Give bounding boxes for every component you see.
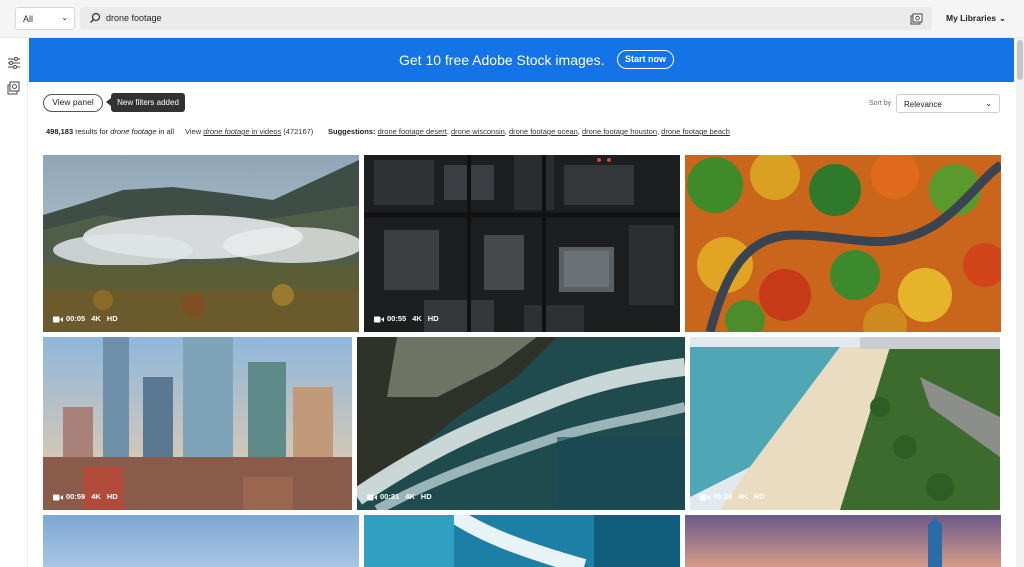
view-in-videos-link[interactable]: drone footage in videos (203, 127, 281, 136)
my-libraries-button[interactable]: My Libraries ⌄ (946, 13, 1006, 23)
visual-search-icon[interactable] (910, 12, 923, 25)
suggestion-link[interactable]: drone wisconsin (451, 127, 505, 136)
video-duration: 00:05 (66, 314, 86, 323)
video-quality: 4K (412, 314, 422, 323)
view-panel-button[interactable]: View panel (43, 94, 103, 112)
suggestions: Suggestions: drone footage desert, drone… (328, 127, 730, 136)
chevron-down-icon: ⌄ (985, 99, 992, 108)
visual-search-icon[interactable] (6, 80, 22, 96)
video-definition: HD (753, 492, 765, 501)
video-definition: HD (427, 314, 439, 323)
results-query: drone footage (110, 127, 157, 136)
scope-value: All (23, 14, 34, 24)
video-duration: 00:29 (713, 492, 733, 501)
suggestion-link[interactable]: drone footage beach (661, 127, 730, 136)
video-duration: 00:59 (66, 492, 86, 501)
view-in-videos: View drone footage in videos (472167) (185, 127, 313, 136)
video-definition: HD (106, 492, 118, 501)
video-quality: 4K (91, 314, 101, 323)
video-quality: 4K (405, 492, 415, 501)
results-mid: results for (73, 127, 111, 136)
suggestion-link[interactable]: drone footage houston (582, 127, 657, 136)
video-badge: 00:31 4K HD (363, 492, 432, 506)
video-thumbnail[interactable]: 00:31 4K HD (357, 337, 685, 510)
chevron-down-icon: ⌄ (61, 13, 68, 22)
video-badge: 00:05 4K HD (49, 314, 118, 328)
my-libraries-label: My Libraries (946, 13, 997, 23)
video-definition: HD (420, 492, 432, 501)
view-link-text: in videos (249, 127, 282, 136)
autumn-road-thumbnail (685, 155, 1001, 332)
promo-banner: Get 10 free Adobe Stock images. Start no… (29, 38, 1014, 82)
video-quality: 4K (91, 492, 101, 501)
video-quality: 4K (738, 492, 748, 501)
skyscrapers-thumbnail (43, 337, 352, 510)
video-thumbnail[interactable] (364, 515, 680, 567)
video-camera-icon (700, 494, 710, 501)
top-bar: All ⌄ drone footage My Libraries ⌄ (0, 0, 1024, 38)
scrollbar[interactable] (1016, 38, 1024, 567)
start-now-button[interactable]: Start now (617, 50, 674, 69)
view-count: (472167) (281, 127, 314, 136)
filters-icon[interactable] (6, 55, 22, 71)
video-duration: 00:31 (380, 492, 400, 501)
suggestion-link[interactable]: drone footage ocean (509, 127, 578, 136)
video-thumbnail[interactable]: 00:29 4K HD (690, 337, 1000, 510)
misty-mountains-thumbnail (43, 155, 359, 332)
view-query: drone footage (203, 127, 250, 136)
search-icon (90, 12, 101, 23)
video-camera-icon (374, 316, 384, 323)
beach-thumbnail (690, 337, 1000, 510)
video-thumbnail[interactable]: 00:55 4K HD (364, 155, 680, 332)
new-filters-tooltip: New filters added (106, 93, 185, 112)
scrollbar-thumb[interactable] (1017, 40, 1023, 80)
ocean-waves-thumbnail (357, 337, 685, 510)
image-thumbnail[interactable] (685, 155, 1001, 332)
view-prefix: View (185, 127, 204, 136)
sort-dropdown[interactable]: Relevance ⌄ (896, 94, 1000, 113)
results-tail: in all (156, 127, 175, 136)
chevron-down-icon: ⌄ (999, 14, 1006, 23)
video-duration: 00:55 (387, 314, 407, 323)
video-camera-icon (53, 316, 63, 323)
sort-by-label: Sort by (869, 100, 892, 107)
suggestions-label: Suggestions: (328, 127, 376, 136)
city-top-down-thumbnail (364, 155, 680, 332)
sky-thumbnail (43, 515, 359, 567)
search-input[interactable]: drone footage (80, 7, 932, 30)
video-thumbnail[interactable]: 00:05 4K HD (43, 155, 359, 332)
video-camera-icon (367, 494, 377, 501)
video-definition: HD (106, 314, 118, 323)
video-thumbnail[interactable] (43, 515, 359, 567)
search-query: drone footage (106, 13, 162, 23)
video-thumbnail[interactable] (685, 515, 1001, 567)
results-count: 498,183 results for drone footage in all (46, 127, 174, 136)
surf-thumbnail (364, 515, 680, 567)
video-badge: 00:59 4K HD (49, 492, 118, 506)
video-camera-icon (53, 494, 63, 501)
video-badge: 00:29 4K HD (696, 492, 765, 506)
sort-value: Relevance (904, 100, 942, 109)
suggestion-link[interactable]: drone footage desert (378, 127, 447, 136)
banner-text: Get 10 free Adobe Stock images. (399, 52, 605, 68)
scope-dropdown[interactable]: All ⌄ (15, 7, 75, 30)
video-thumbnail[interactable]: 00:59 4K HD (43, 337, 352, 510)
dusk-tower-thumbnail (685, 515, 1001, 567)
video-badge: 00:55 4K HD (370, 314, 439, 328)
left-rail (0, 38, 28, 567)
results-number: 498,183 (46, 127, 74, 136)
